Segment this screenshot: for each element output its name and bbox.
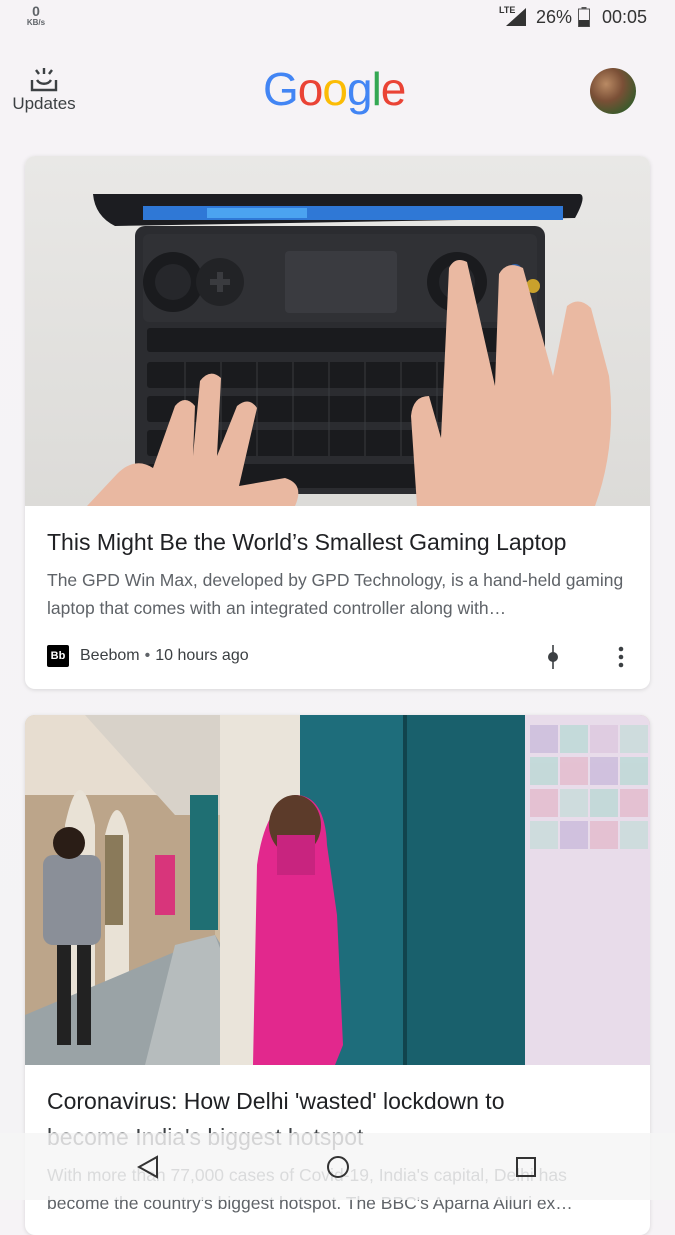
updates-label: Updates	[12, 94, 76, 113]
back-icon[interactable]	[137, 1155, 159, 1179]
navigation-bar	[0, 1133, 675, 1200]
laptop-illustration	[87, 194, 612, 506]
react-icon[interactable]	[546, 644, 560, 670]
clock: 00:05	[602, 7, 648, 27]
news-card[interactable]: This Might Be the World’s Smallest Gamin…	[25, 156, 650, 689]
updates-button[interactable]: Updates	[8, 66, 80, 114]
google-logo: Google	[263, 62, 407, 116]
home-icon[interactable]	[326, 1155, 350, 1179]
account-avatar[interactable]	[590, 68, 636, 114]
network-speed: 0 KB/s	[22, 4, 50, 28]
recents-icon[interactable]	[516, 1157, 536, 1177]
more-options-icon[interactable]	[618, 646, 624, 668]
logo-letter: g	[346, 63, 373, 115]
logo-letter: e	[380, 63, 407, 115]
article-snippet: The GPD Win Max, developed by GPD Techno…	[47, 570, 624, 618]
corridor-illustration	[25, 715, 650, 1065]
article-title[interactable]: This Might Be the World’s Smallest Gamin…	[47, 524, 566, 560]
logo-letter: o	[322, 63, 348, 115]
article-time: 10 hours ago	[155, 647, 249, 664]
article-image	[25, 156, 650, 506]
article-source-row: Bb Beebom • 10 hours ago	[47, 644, 249, 668]
status-bar: 0 KB/s LTE 26% 00:05	[0, 0, 675, 36]
source-name[interactable]: Beebom	[80, 647, 140, 665]
article-image	[25, 715, 650, 1065]
logo-letter: o	[297, 63, 324, 115]
network-speed-value: 0	[32, 3, 40, 19]
separator-dot: •	[144, 647, 151, 664]
signal-icon	[506, 8, 526, 26]
logo-letter: G	[263, 63, 299, 115]
battery-percentage: 26%	[536, 7, 573, 27]
source-logo: Bb	[47, 645, 69, 667]
network-speed-unit: KB/s	[26, 18, 46, 27]
logo-letter: l	[371, 63, 382, 115]
article-title-line1[interactable]: Coronavirus: How Delhi 'wasted' lockdown…	[47, 1083, 504, 1119]
battery-icon	[578, 7, 590, 27]
updates-icon	[30, 68, 58, 92]
